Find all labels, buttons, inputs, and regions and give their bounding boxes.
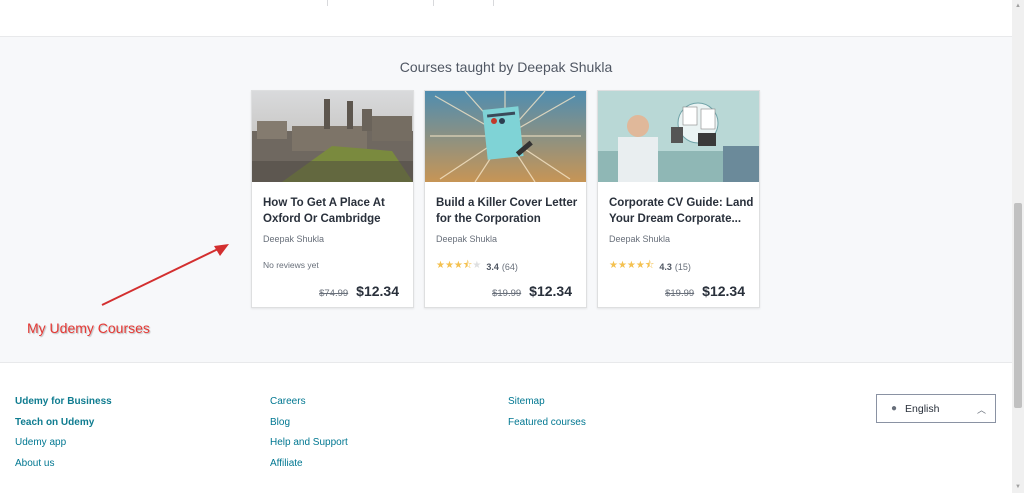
vertical-scrollbar[interactable]: ▲ ▼	[1012, 0, 1024, 493]
footer-link-about-us[interactable]: About us	[15, 457, 112, 478]
course-title[interactable]: Corporate CV Guide: Land Your Dream Corp…	[609, 195, 754, 227]
rating-count: (15)	[674, 261, 691, 272]
course-thumbnail[interactable]	[252, 91, 413, 182]
scroll-up-arrow-icon[interactable]: ▲	[1012, 0, 1024, 12]
original-price: $19.99	[492, 288, 522, 299]
footer-link-affiliate[interactable]: Affiliate	[270, 457, 348, 478]
price-row: $19.99 $12.34	[492, 283, 572, 299]
footer-link-featured-courses[interactable]: Featured courses	[508, 416, 586, 437]
sale-price: $12.34	[356, 283, 399, 299]
course-card[interactable]: Corporate CV Guide: Land Your Dream Corp…	[597, 90, 760, 308]
price-row: $74.99 $12.34	[319, 283, 399, 299]
course-thumbnail[interactable]	[425, 91, 586, 182]
footer-link-help-and-support[interactable]: Help and Support	[270, 436, 348, 457]
instructor-courses-section: Courses taught by Deepak Shukla How To G…	[0, 37, 1012, 363]
divider	[327, 0, 328, 6]
globe-icon: ●	[891, 403, 898, 414]
language-selector[interactable]: ● English ︿	[876, 394, 996, 423]
footer-column-1: Udemy for Business Teach on Udemy Udemy …	[15, 395, 112, 477]
annotation-label: My Udemy Courses	[27, 320, 150, 336]
footer-link-blog[interactable]: Blog	[270, 416, 348, 437]
course-author: Deepak Shukla	[609, 234, 671, 244]
sale-price: $12.34	[702, 283, 745, 299]
course-title[interactable]: How To Get A Place At Oxford Or Cambridg…	[263, 195, 408, 227]
no-reviews-label: No reviews yet	[263, 260, 319, 270]
rating-value: 4.3	[659, 261, 672, 272]
scroll-down-arrow-icon[interactable]: ▼	[1012, 481, 1024, 493]
course-card[interactable]: How To Get A Place At Oxford Or Cambridg…	[251, 90, 414, 308]
original-price: $74.99	[319, 288, 349, 299]
course-author: Deepak Shukla	[263, 234, 325, 244]
rating-count: (64)	[501, 261, 518, 272]
course-thumbnail[interactable]	[598, 91, 759, 182]
footer-link-udemy-app[interactable]: Udemy app	[15, 436, 112, 457]
chevron-up-icon: ︿	[976, 405, 986, 415]
star-rating-icon: ★★★★⯪	[609, 260, 655, 271]
footer-link-teach-on-udemy[interactable]: Teach on Udemy	[15, 416, 112, 437]
rating-value: 3.4	[486, 261, 499, 272]
course-title[interactable]: Build a Killer Cover Letter for the Corp…	[436, 195, 581, 227]
course-author: Deepak Shukla	[436, 234, 498, 244]
section-title: Courses taught by Deepak Shukla	[399, 59, 613, 75]
divider	[433, 0, 434, 6]
price-row: $19.99 $12.34	[665, 283, 745, 299]
sale-price: $12.34	[529, 283, 572, 299]
course-card[interactable]: Build a Killer Cover Letter for the Corp…	[424, 90, 587, 308]
footer-link-sitemap[interactable]: Sitemap	[508, 395, 586, 416]
footer-link-careers[interactable]: Careers	[270, 395, 348, 416]
footer-link-udemy-for-business[interactable]: Udemy for Business	[15, 395, 112, 416]
course-rating: ★★★★⯪ 4.3 (15)	[609, 258, 691, 275]
course-rating: ★★★⯪★ 3.4 (64)	[436, 258, 518, 275]
language-label: English	[905, 402, 940, 415]
star-rating-icon: ★★★⯪★	[436, 260, 482, 271]
top-strip	[0, 0, 1012, 37]
footer-column-2: Careers Blog Help and Support Affiliate	[270, 395, 348, 477]
footer: Udemy for Business Teach on Udemy Udemy …	[0, 364, 1012, 493]
footer-column-3: Sitemap Featured courses	[508, 395, 586, 436]
original-price: $19.99	[665, 288, 695, 299]
divider	[493, 0, 494, 6]
scrollbar-thumb[interactable]	[1014, 203, 1022, 408]
